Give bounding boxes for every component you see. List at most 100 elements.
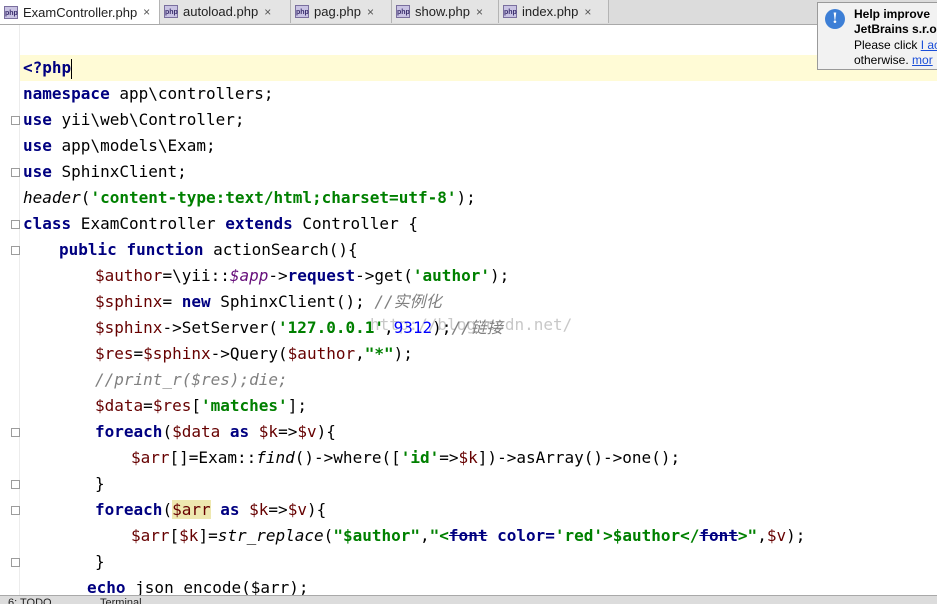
code-line-11[interactable]: $sphinx->SetServer('127.0.0.1',9312);//链… (95, 315, 503, 341)
variable: $res (95, 344, 134, 363)
variable: $author (95, 266, 163, 285)
code-text: ->SetServer( (162, 318, 279, 337)
tab-examcontroller[interactable]: php ExamController.php × (0, 0, 160, 24)
tab-label: ExamController.php (23, 4, 138, 20)
string-literal: "< (429, 526, 449, 545)
code-line-21[interactable]: echo json_encode($arr); (87, 575, 309, 595)
close-icon[interactable]: × (476, 5, 483, 19)
code-text: , (420, 526, 430, 545)
keyword: echo (87, 578, 126, 595)
fold-icon[interactable] (10, 220, 20, 230)
code-text: = (162, 292, 182, 311)
variable: $sphinx (95, 292, 163, 311)
keyword: namespace (23, 84, 110, 103)
keyword: foreach (95, 500, 163, 519)
string-literal: >" (737, 526, 758, 545)
code-text: ( (323, 526, 334, 545)
tab-label: index.php (522, 4, 579, 19)
code-text: actionSearch(){ (203, 240, 358, 259)
code-text: , (757, 526, 767, 545)
php-file-icon: php (4, 5, 18, 19)
fold-icon[interactable] (10, 428, 20, 438)
code-line-14[interactable]: $data=$res['matches']; (95, 393, 307, 419)
code-line-2[interactable]: namespace app\controllers; (23, 81, 273, 107)
code-text: ( (162, 422, 173, 441)
code-line-20[interactable]: } (95, 549, 105, 575)
code-line-8[interactable]: public function actionSearch(){ (59, 237, 358, 263)
more-link[interactable]: mor (912, 53, 933, 67)
string-literal (487, 526, 497, 545)
current-line-highlight (20, 55, 937, 81)
code-line-16[interactable]: $arr[]=Exam::find()->where(['id'=>$k])->… (131, 445, 680, 471)
comment: //链接 (451, 318, 503, 337)
tab-label: autoload.php (183, 4, 259, 19)
accept-link[interactable]: I ac (921, 38, 937, 52)
code-text: =\yii:: (162, 266, 230, 285)
code-text: [ (191, 396, 201, 415)
variable-highlighted: $arr (172, 500, 211, 519)
code-text: ); (489, 266, 510, 285)
variable: $author (287, 344, 356, 363)
keyword: foreach (95, 422, 163, 441)
code-text: ); (786, 526, 806, 545)
code-line-3[interactable]: use yii\web\Controller; (23, 107, 245, 133)
number-literal: 9312 (393, 318, 433, 337)
property: request (287, 266, 356, 285)
close-icon[interactable]: × (143, 5, 150, 19)
code-line-1[interactable]: <?php (23, 55, 73, 81)
fold-icon[interactable] (10, 168, 20, 178)
tab-index[interactable]: php index.php × (499, 0, 609, 23)
close-icon[interactable]: × (367, 5, 374, 19)
code-line-10[interactable]: $sphinx= new SphinxClient(); //实例化 (95, 289, 442, 315)
code-text: ){ (316, 422, 336, 441)
code-line-17[interactable]: } (95, 471, 105, 497)
code-text: app\controllers; (109, 84, 274, 103)
code-line-19[interactable]: $arr[$k]=str_replace("$author","<font co… (131, 523, 805, 549)
close-icon[interactable]: × (264, 5, 271, 19)
code-text: => (268, 500, 288, 519)
code-text: ExamController (71, 214, 226, 233)
code-line-7[interactable]: class ExamController extends Controller … (23, 211, 418, 237)
fold-icon[interactable] (10, 506, 20, 516)
keyword: new (181, 292, 211, 311)
code-line-5[interactable]: use SphinxClient; (23, 159, 187, 185)
function-name: str_replace (217, 526, 324, 545)
code-text: ); (393, 344, 413, 363)
code-text: } (95, 474, 105, 493)
code-text: SphinxClient(); (210, 292, 375, 311)
code-line-13[interactable]: //print_r($res);die; (95, 367, 288, 393)
code-text: app\models\Exam; (51, 136, 216, 155)
keyword: as (220, 500, 240, 519)
code-text: => (278, 422, 298, 441)
notification-balloon[interactable]: ! Help improve JetBrains s.r.o Please cl… (817, 2, 937, 70)
code-line-12[interactable]: $res=$sphinx->Query($author,"*"); (95, 341, 413, 367)
code-line-9[interactable]: $author=\yii::$app->request->get('author… (95, 263, 509, 289)
fold-icon[interactable] (10, 558, 20, 568)
variable: $arr (131, 526, 170, 545)
code-line-6[interactable]: header('content-type:text/html;charset=u… (23, 185, 476, 211)
close-icon[interactable]: × (584, 5, 591, 19)
php-file-icon: php (295, 5, 309, 18)
code-editor[interactable]: <?php namespace app\controllers; use yii… (0, 25, 937, 595)
html-attribute: color= (497, 526, 555, 545)
fold-icon[interactable] (10, 246, 20, 256)
tab-show[interactable]: php show.php × (392, 0, 499, 23)
code-text: , (355, 344, 365, 363)
variable: $v (766, 526, 787, 545)
code-text: ){ (306, 500, 327, 519)
tab-pag[interactable]: php pag.php × (291, 0, 392, 23)
variable: $v (297, 422, 317, 441)
code-line-4[interactable]: use app\models\Exam; (23, 133, 216, 159)
notification-text: Please click (854, 38, 921, 52)
fold-icon[interactable] (10, 116, 20, 126)
code-line-18[interactable]: foreach($arr as $k=>$v){ (95, 497, 326, 523)
code-text: json_encode($arr); (125, 578, 309, 595)
code-line-15[interactable]: foreach($data as $k=>$v){ (95, 419, 336, 445)
fold-icon[interactable] (10, 480, 20, 490)
code-text: Controller { (292, 214, 418, 233)
notification-company: JetBrains s.r.o (854, 22, 937, 36)
code-text: = (143, 396, 153, 415)
tab-autoload[interactable]: php autoload.php × (160, 0, 291, 23)
